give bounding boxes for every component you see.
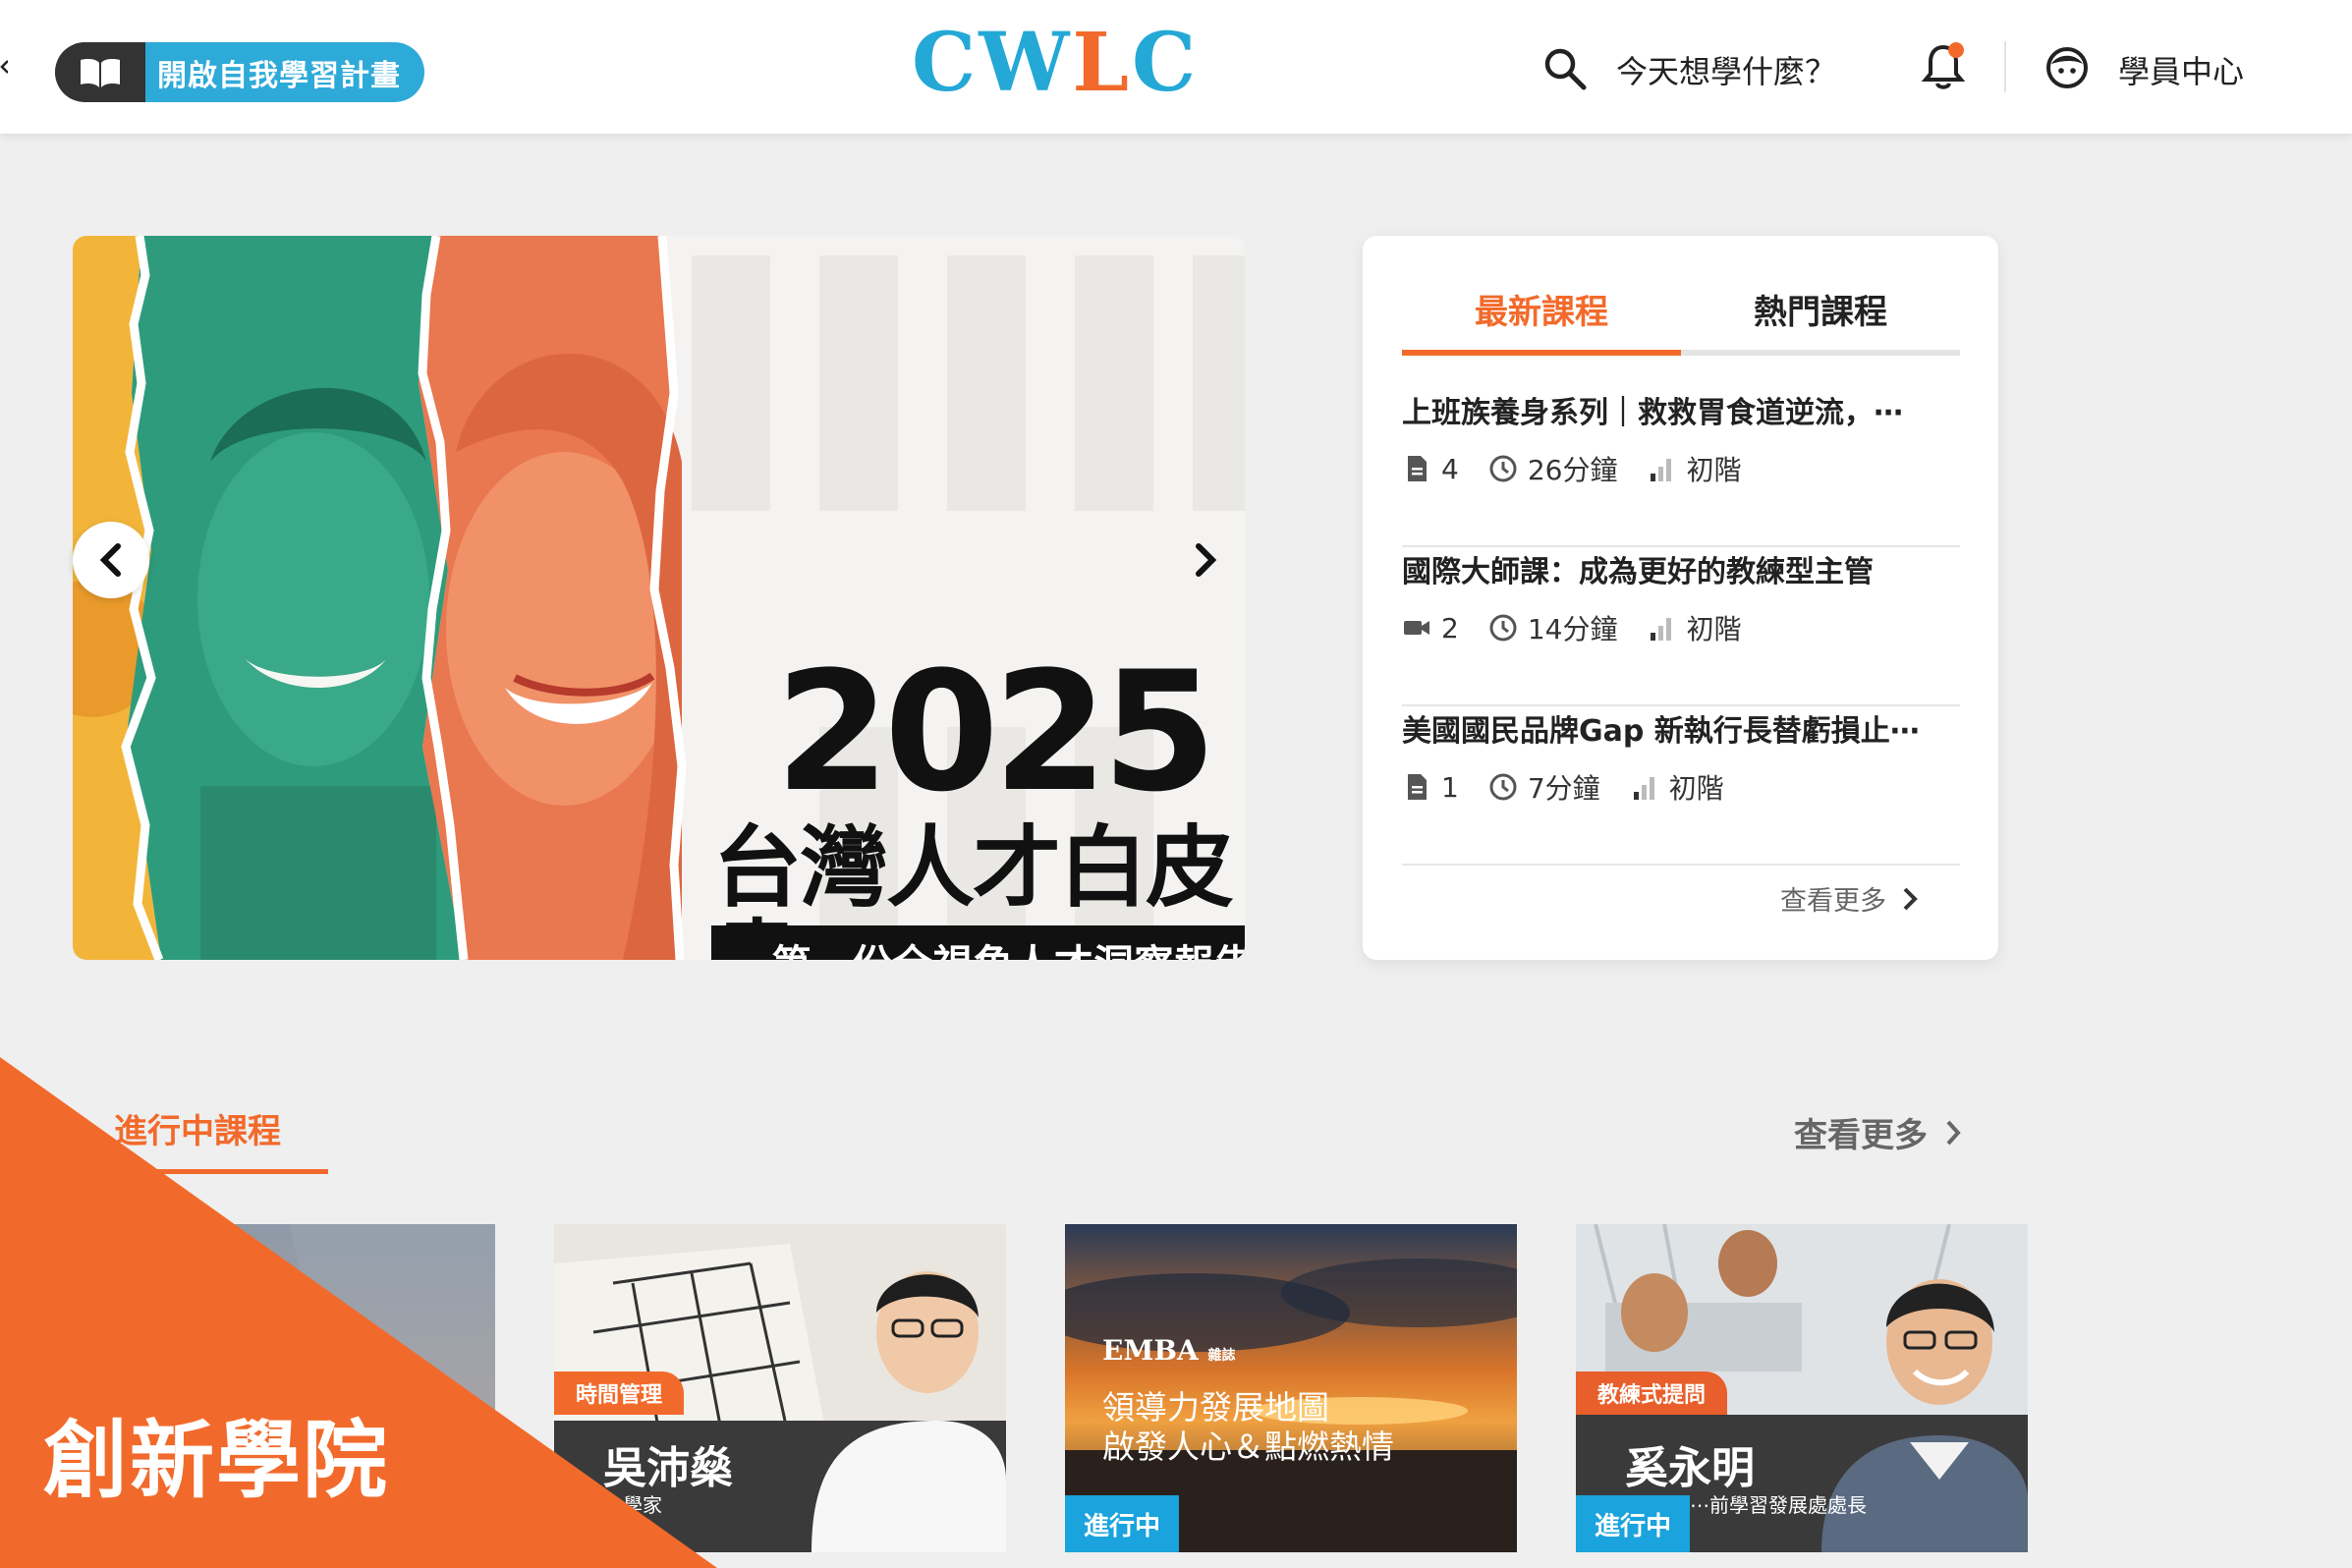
logo-letter: C: [1132, 16, 1200, 110]
course-level: 初階: [1686, 613, 1742, 645]
clock-icon: [1489, 614, 1517, 642]
clock-icon: [1489, 773, 1517, 801]
course-tabs: 最新課程 熱門課程: [1402, 285, 1960, 348]
banner-subtitle: 第一份全視角人才洞察報告: [711, 925, 1245, 960]
level-bars-icon: [1651, 459, 1672, 481]
video-icon: [1404, 621, 1429, 635]
chevron-left-icon[interactable]: [0, 57, 8, 77]
course-list-panel: 最新課程 熱門課程 上班族養身系列｜救救胃食道逆流，⋯ 4 26分鐘 初階 國際…: [1363, 236, 1998, 960]
logo-letter: C: [912, 16, 980, 110]
course-meta: 2 14分鐘 初階: [1402, 610, 1741, 645]
cwlc-logo[interactable]: CWLC: [912, 18, 1199, 108]
category-tag: 教練式提問: [1576, 1372, 1728, 1415]
book-icon: [55, 42, 145, 102]
brand-text: EMBA: [1102, 1334, 1199, 1367]
user-avatar-icon[interactable]: [2045, 46, 2089, 89]
tab-latest-courses[interactable]: 最新課程: [1402, 285, 1681, 333]
tab-active-indicator: [1402, 350, 1681, 356]
panel-see-more-link[interactable]: 查看更多: [1780, 879, 1924, 918]
user-center-link[interactable]: 學員中心: [2118, 47, 2244, 92]
card-brand: EMBA 雜誌: [1102, 1334, 1235, 1367]
course-duration: 26分鐘: [1527, 454, 1618, 486]
course-level: 初階: [1686, 454, 1742, 486]
course-level: 初階: [1668, 772, 1724, 805]
search-icon[interactable]: [1542, 46, 1588, 91]
lesson-count: 2: [1441, 611, 1459, 644]
chevron-right-icon: [1903, 887, 1918, 910]
chevron-left-icon: [99, 543, 121, 577]
lesson-count: 1: [1441, 770, 1459, 804]
instructor-name: 奚永明: [1625, 1443, 1755, 1493]
search-prompt[interactable]: 今天想學什麼？: [1616, 47, 1836, 92]
level-bars-icon: [1633, 777, 1654, 800]
course-item[interactable]: 國際大師課：成為更好的教練型主管 2 14分鐘 初階: [1402, 547, 1960, 706]
see-more-label: 查看更多: [1794, 1116, 1928, 1155]
top-header: 開啟自我學習計畫 CWLC 今天想學什麼？ 學員中心: [0, 0, 2352, 134]
tab-popular-courses[interactable]: 熱門課程: [1681, 285, 1960, 333]
instructor-role: ⋯前學習發展處處長: [1690, 1493, 1867, 1517]
document-icon: [1408, 774, 1427, 800]
hero-banner[interactable]: 2025 台灣人才白皮書 第一份全視角人才洞察報告: [73, 236, 1245, 960]
course-duration: 7分鐘: [1527, 772, 1600, 805]
logo-letter: W: [979, 16, 1073, 110]
banner-next-button[interactable]: [1167, 522, 1244, 598]
banner-year: 2025: [775, 636, 1217, 828]
bell-icon[interactable]: [1921, 41, 1966, 92]
status-badge: 進行中: [1065, 1495, 1179, 1552]
clock-icon: [1489, 455, 1517, 482]
course-card[interactable]: EMBA 雜誌 領導力發展地圖 啟發人心＆點燃熱情 進行中: [1065, 1224, 1517, 1552]
course-title: 國際大師課：成為更好的教練型主管: [1402, 555, 1874, 589]
status-badge: 進行中: [1576, 1495, 1690, 1552]
course-item[interactable]: 美國國民品牌Gap 新執行長替虧損止⋯ 1 7分鐘 初階: [1402, 706, 1960, 866]
document-icon: [1408, 456, 1427, 481]
logo-letter: L: [1072, 16, 1133, 110]
in-progress-see-more-link[interactable]: 查看更多: [1794, 1108, 1967, 1156]
banner-prev-button[interactable]: [73, 522, 149, 598]
level-bars-icon: [1651, 618, 1672, 641]
course-meta: 4 26分鐘 初階: [1402, 451, 1741, 486]
brand-subtext: 雜誌: [1207, 1348, 1236, 1364]
course-title: 上班族養身系列｜救救胃食道逆流，⋯: [1402, 396, 1903, 430]
see-more-label: 查看更多: [1780, 886, 1886, 917]
lesson-count: 4: [1441, 452, 1459, 485]
chevron-right-icon: [1196, 543, 1217, 577]
course-meta: 1 7分鐘 初階: [1402, 769, 1724, 805]
course-duration: 14分鐘: [1527, 613, 1618, 645]
self-learning-plan-label: 開啟自我學習計畫: [157, 58, 401, 93]
course-item[interactable]: 上班族養身系列｜救救胃食道逆流，⋯ 4 26分鐘 初階: [1402, 388, 1960, 547]
header-divider: [2004, 41, 2006, 92]
chevron-right-icon: [1946, 1120, 1961, 1145]
self-learning-plan-button[interactable]: 開啟自我學習計畫: [55, 42, 424, 102]
card-caption-line: 啟發人心＆點燃熱情: [1102, 1428, 1394, 1466]
course-title: 美國國民品牌Gap 新執行長替虧損止⋯: [1402, 714, 1920, 749]
course-card[interactable]: 教練式提問 奚永明 ⋯前學習發展處處長 進行中: [1576, 1224, 2028, 1552]
ribbon-label: 創新學院: [43, 1412, 389, 1510]
